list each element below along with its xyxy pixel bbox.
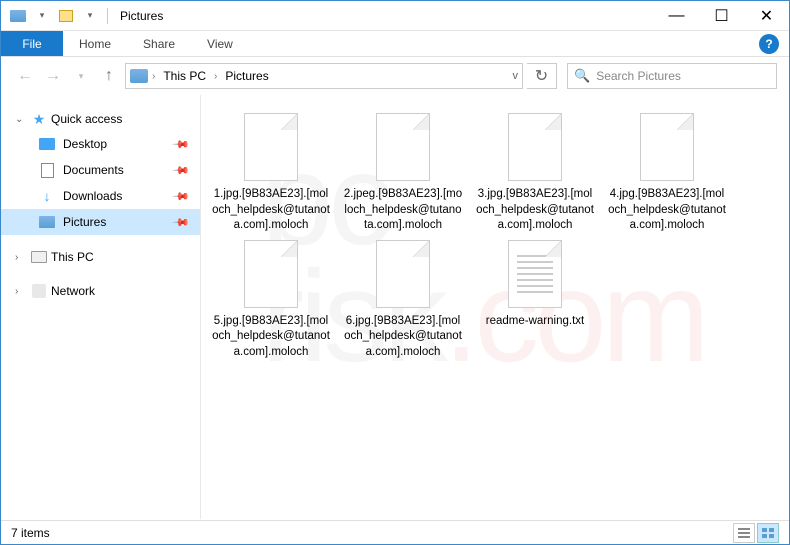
sidebar-item-label: Documents	[63, 163, 124, 177]
file-item[interactable]: 1.jpg.[9B83AE23].[moloch_helpdesk@tutano…	[211, 113, 331, 234]
navbar: ← → ▾ ↑ › This PC › Pictures v ↻ 🔍 Searc…	[1, 57, 789, 95]
chevron-right-icon[interactable]: ›	[152, 71, 155, 82]
file-item[interactable]: 5.jpg.[9B83AE23].[moloch_helpdesk@tutano…	[211, 240, 331, 361]
pc-icon	[31, 249, 47, 265]
thumbnails-view-button[interactable]	[757, 523, 779, 543]
sidebar-network[interactable]: › Network	[1, 279, 200, 303]
file-name: 6.jpg.[9B83AE23].[moloch_helpdesk@tutano…	[343, 314, 463, 361]
sidebar-quick-access[interactable]: ⌄ ★ Quick access	[1, 107, 200, 131]
file-name: 3.jpg.[9B83AE23].[moloch_helpdesk@tutano…	[475, 187, 595, 234]
qat-caret-icon[interactable]: ▾	[79, 5, 101, 27]
titlebar: ▾ ▾ Pictures — ☐ ✕	[1, 1, 789, 31]
up-button[interactable]: ↑	[97, 64, 121, 88]
file-icon	[508, 113, 562, 181]
recent-dropdown-icon[interactable]: ▾	[69, 64, 93, 88]
window-title: Pictures	[114, 9, 163, 23]
file-name: 1.jpg.[9B83AE23].[moloch_helpdesk@tutano…	[211, 187, 331, 234]
details-view-button[interactable]	[733, 523, 755, 543]
file-item[interactable]: 2.jpeg.[9B83AE23].[moloch_helpdesk@tutan…	[343, 113, 463, 234]
sidebar-item-label: Downloads	[63, 189, 122, 203]
quick-access-toolbar: ▾ ▾	[1, 5, 101, 27]
file-item[interactable]: 6.jpg.[9B83AE23].[moloch_helpdesk@tutano…	[343, 240, 463, 361]
file-item[interactable]: 4.jpg.[9B83AE23].[moloch_helpdesk@tutano…	[607, 113, 727, 234]
star-icon: ★	[31, 111, 47, 127]
statusbar: 7 items	[1, 520, 789, 544]
sidebar-item-pictures[interactable]: Pictures 📌	[1, 209, 200, 235]
file-name: readme-warning.txt	[486, 314, 584, 330]
navigation-pane: ⌄ ★ Quick access Desktop📌Documents📌Downl…	[1, 95, 201, 519]
refresh-button[interactable]: ↻	[527, 63, 557, 89]
file-name: 2.jpeg.[9B83AE23].[moloch_helpdesk@tutan…	[343, 187, 463, 234]
help-icon[interactable]: ?	[759, 34, 779, 54]
chevron-right-icon[interactable]: ›	[15, 252, 27, 263]
file-item[interactable]: 3.jpg.[9B83AE23].[moloch_helpdesk@tutano…	[475, 113, 595, 234]
tab-share[interactable]: Share	[127, 31, 191, 56]
doc-icon	[39, 162, 55, 178]
content: ⌄ ★ Quick access Desktop📌Documents📌Downl…	[1, 95, 789, 519]
search-placeholder: Search Pictures	[596, 69, 681, 83]
pin-icon[interactable]: 📌	[172, 187, 191, 206]
desk-icon	[39, 136, 55, 152]
properties-icon[interactable]	[55, 5, 77, 27]
maximize-button[interactable]: ☐	[699, 1, 744, 30]
breadcrumb[interactable]: › This PC › Pictures v	[125, 63, 523, 89]
sidebar-item-label: Desktop	[63, 137, 107, 151]
back-button[interactable]: ←	[13, 64, 37, 88]
close-button[interactable]: ✕	[744, 1, 789, 30]
pin-icon[interactable]: 📌	[172, 135, 191, 154]
qat-dropdown-icon[interactable]: ▾	[31, 5, 53, 27]
chevron-right-icon[interactable]: ›	[15, 286, 27, 297]
ribbon: File Home Share View ?	[1, 31, 789, 57]
file-icon	[640, 113, 694, 181]
pin-icon[interactable]: 📌	[172, 213, 191, 232]
crumb-this-pc[interactable]: This PC	[159, 69, 210, 83]
chevron-right-icon[interactable]: ›	[214, 71, 217, 82]
file-list[interactable]: 1.jpg.[9B83AE23].[moloch_helpdesk@tutano…	[201, 95, 789, 519]
file-name: 4.jpg.[9B83AE23].[moloch_helpdesk@tutano…	[607, 187, 727, 234]
file-name: 5.jpg.[9B83AE23].[moloch_helpdesk@tutano…	[211, 314, 331, 361]
sidebar-item-label: Pictures	[63, 215, 106, 229]
search-input[interactable]: 🔍 Search Pictures	[567, 63, 777, 89]
app-icon	[7, 5, 29, 27]
location-icon	[130, 69, 148, 83]
tab-view[interactable]: View	[191, 31, 249, 56]
file-icon	[244, 113, 298, 181]
file-icon	[244, 240, 298, 308]
search-icon: 🔍	[574, 68, 590, 84]
sidebar-item-desktop[interactable]: Desktop 📌	[1, 131, 200, 157]
minimize-button[interactable]: —	[654, 1, 699, 30]
network-icon	[31, 283, 47, 299]
item-count: 7 items	[11, 526, 50, 540]
file-tab[interactable]: File	[1, 31, 63, 56]
pic-icon	[39, 214, 55, 230]
breadcrumb-dropdown-icon[interactable]: v	[513, 70, 519, 82]
pin-icon[interactable]: 📌	[172, 161, 191, 180]
forward-button[interactable]: →	[41, 64, 65, 88]
crumb-pictures[interactable]: Pictures	[221, 69, 272, 83]
sidebar-this-pc[interactable]: › This PC	[1, 245, 200, 269]
tab-home[interactable]: Home	[63, 31, 127, 56]
chevron-down-icon[interactable]: ⌄	[15, 114, 27, 125]
file-icon	[508, 240, 562, 308]
file-icon	[376, 113, 430, 181]
sidebar-item-downloads[interactable]: Downloads 📌	[1, 183, 200, 209]
sidebar-item-documents[interactable]: Documents 📌	[1, 157, 200, 183]
title-separator	[107, 8, 108, 24]
down-icon	[39, 188, 55, 204]
file-item[interactable]: readme-warning.txt	[475, 240, 595, 361]
file-icon	[376, 240, 430, 308]
